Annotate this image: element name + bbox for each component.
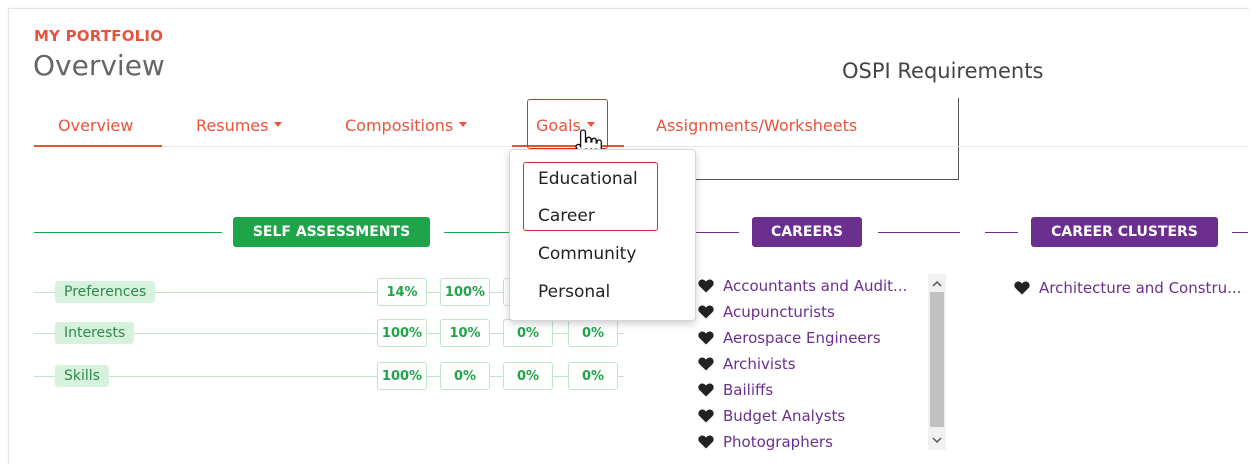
career-name: Acupuncturists — [723, 303, 835, 321]
tab-compositions[interactable]: Compositions — [345, 116, 468, 135]
assessment-skills[interactable]: Skills — [55, 365, 109, 387]
career-item[interactable]: Aerospace Engineers — [698, 327, 881, 349]
career-name: Archivists — [723, 355, 796, 373]
assessment-preferences[interactable]: Preferences — [55, 281, 156, 303]
career-item[interactable]: Acupuncturists — [698, 301, 835, 323]
score-cell: 10% — [440, 319, 490, 347]
score-cell: 100% — [440, 278, 490, 306]
career-name: Accountants and Audit... — [723, 277, 908, 295]
score-cell: 100% — [377, 362, 427, 390]
score-cell: 0% — [503, 362, 553, 390]
career-name: Budget Analysts — [723, 407, 846, 425]
score-cell: 0% — [568, 319, 618, 347]
tab-overview[interactable]: Overview — [58, 116, 133, 135]
career-item[interactable]: Photographers — [698, 431, 833, 452]
annotation-connector-vertical — [958, 98, 959, 179]
assessment-label: Interests — [64, 325, 126, 341]
career-clusters-heading: CAREER CLUSTERS — [1031, 217, 1218, 247]
tab-overview-active-indicator — [34, 145, 162, 147]
self-assessments-rule-left — [34, 232, 222, 233]
annotation-label: OSPI Requirements — [842, 59, 1044, 83]
heart-icon — [698, 435, 714, 449]
goals-menu-item-personal[interactable]: Personal — [538, 282, 610, 302]
annotation-connector-horizontal — [670, 179, 959, 180]
heart-icon — [698, 331, 714, 345]
score-cell: 0% — [440, 362, 490, 390]
chevron-down-icon — [274, 122, 283, 127]
career-item[interactable]: Budget Analysts — [698, 405, 845, 427]
career-name: Aerospace Engineers — [723, 329, 881, 347]
tab-overview-label: Overview — [58, 116, 134, 135]
tab-resumes-label: Resumes — [196, 116, 269, 135]
assessment-label: Skills — [64, 368, 100, 384]
goals-menu-item-community[interactable]: Community — [538, 244, 636, 264]
heart-icon — [698, 383, 714, 397]
heart-icon — [698, 357, 714, 371]
career-name: Photographers — [723, 433, 833, 451]
score-cell: 14% — [377, 278, 427, 306]
tab-assignments-worksheets[interactable]: Assignments/Worksheets — [656, 116, 857, 135]
heart-icon — [698, 305, 714, 319]
heart-icon — [698, 279, 714, 293]
career-clusters-rule-left — [985, 232, 1018, 233]
score-cell: 100% — [377, 319, 427, 347]
self-assessments-rule-right — [444, 232, 510, 233]
goals-menu-highlight — [523, 162, 658, 231]
career-clusters-rule-right — [1232, 232, 1248, 233]
career-name: Bailiffs — [723, 381, 774, 399]
scroll-down-icon[interactable] — [928, 432, 946, 448]
tab-divider — [34, 146, 1248, 147]
chevron-down-icon — [459, 122, 468, 127]
tab-resumes[interactable]: Resumes — [196, 116, 283, 135]
scroll-up-icon[interactable] — [928, 276, 946, 292]
careers-list[interactable]: Accountants and Audit... Acupuncturists … — [698, 274, 948, 452]
assessment-label: Preferences — [64, 284, 147, 300]
tab-compositions-label: Compositions — [345, 116, 454, 135]
self-assessments-heading: SELF ASSESSMENTS — [233, 217, 430, 247]
tab-assignments-label: Assignments/Worksheets — [656, 116, 858, 135]
careers-rule-right — [878, 232, 960, 233]
career-item[interactable]: Accountants and Audit... — [698, 275, 907, 297]
careers-heading: CAREERS — [752, 217, 862, 247]
score-cell: 0% — [503, 319, 553, 347]
career-cluster-item[interactable]: Architecture and Constru... — [1014, 277, 1248, 299]
assessment-interests[interactable]: Interests — [55, 322, 135, 344]
career-item[interactable]: Bailiffs — [698, 379, 773, 401]
heart-icon — [698, 409, 714, 423]
heart-icon — [1014, 281, 1030, 295]
career-item[interactable]: Archivists — [698, 353, 796, 375]
section-eyebrow: MY PORTFOLIO — [34, 27, 164, 45]
careers-scrollbar-thumb[interactable] — [930, 292, 944, 427]
score-cell: 0% — [568, 362, 618, 390]
career-cluster-name: Architecture and Constru... — [1039, 279, 1242, 297]
page-title: Overview — [33, 49, 165, 82]
careers-rule-left — [695, 232, 739, 233]
